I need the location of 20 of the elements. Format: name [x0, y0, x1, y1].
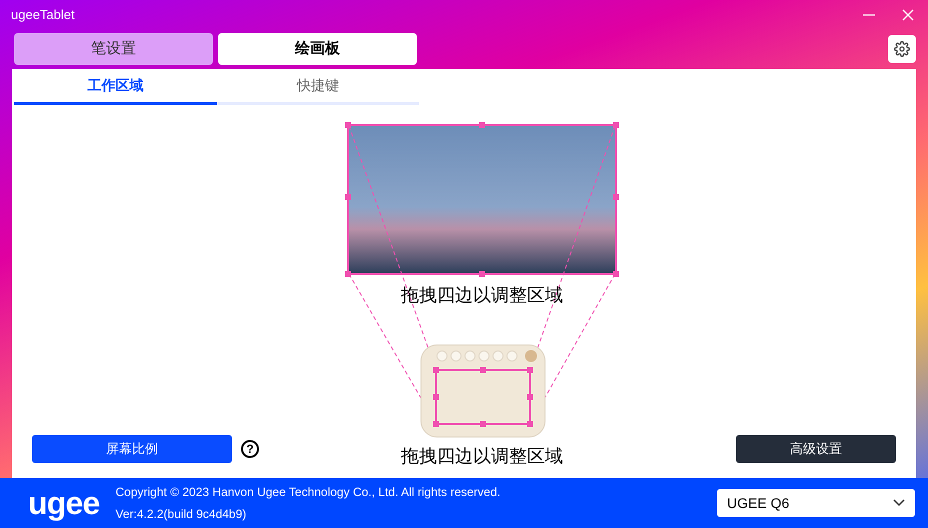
advanced-settings-button[interactable]: 高级设置: [736, 435, 896, 463]
tablet-area-hint: 拖拽四边以调整区域: [400, 445, 564, 468]
help-icon[interactable]: ?: [241, 440, 259, 458]
sub-tab[interactable]: 快捷键: [216, 69, 419, 105]
settings-button[interactable]: [888, 35, 916, 63]
chevron-down-icon: [893, 499, 905, 507]
version-text: Ver:4.2.2(build 9c4d4b9): [116, 506, 248, 523]
logo: ugee: [28, 487, 100, 519]
device-name: UGEE Q6: [727, 494, 790, 513]
sub-tab[interactable]: 工作区域: [14, 69, 216, 105]
device-dropdown[interactable]: UGEE Q6: [717, 489, 915, 517]
close-icon[interactable]: [902, 9, 914, 21]
window-title: ugeeTablet: [11, 6, 75, 24]
main-tab[interactable]: 绘画板: [218, 33, 417, 65]
tablet-area-frame[interactable]: [433, 367, 533, 427]
copyright-text: Copyright © 2023 Hanvon Ugee Technology Co., Ltd. All rights reserved.: [116, 484, 500, 501]
screen-area-hint: 拖拽四边以调整区域: [400, 284, 564, 307]
settings-icon: [894, 41, 910, 57]
screen-ratio-button[interactable]: 屏幕比例: [32, 435, 232, 463]
main-tab[interactable]: 笔设置: [14, 33, 213, 65]
